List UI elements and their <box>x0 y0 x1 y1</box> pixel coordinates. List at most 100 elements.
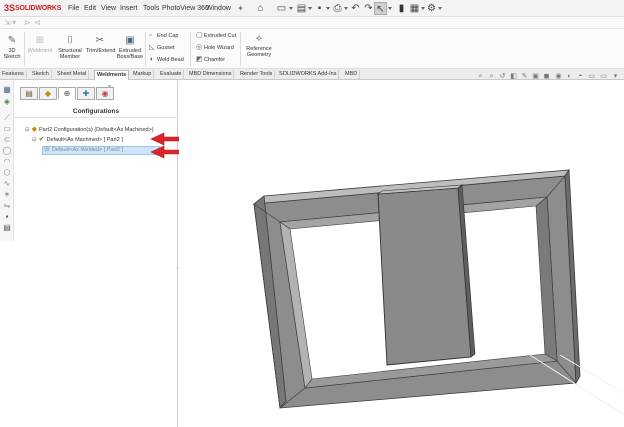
monitor-display-icon[interactable]: ▭ <box>599 72 608 81</box>
rectangle-tool-icon[interactable]: ▭ <box>2 124 12 133</box>
filter-arrow-icon[interactable]: ⇲ <box>4 18 11 28</box>
menu-edit[interactable]: Edit <box>84 4 96 13</box>
edit-appearance-icon[interactable]: ◐ <box>565 72 574 81</box>
tab-evaluate[interactable]: Evaluate <box>158 70 185 80</box>
filter-faces-icon[interactable]: ⊲ <box>34 18 41 28</box>
menu-tools[interactable]: Tools <box>143 4 159 13</box>
tab-render-tools[interactable]: Render Tools <box>238 70 276 80</box>
tab-mbd[interactable]: MBD <box>343 70 361 80</box>
smart-dimension-icon[interactable]: ◈ <box>2 97 12 106</box>
button-label: Weldment <box>27 48 53 54</box>
undo-icon[interactable]: ↶ <box>349 2 362 15</box>
divider <box>190 32 191 66</box>
chamfer-icon: ◩ <box>196 56 203 63</box>
section-view-icon[interactable]: ◧ <box>509 72 518 81</box>
extruded-boss-base-button[interactable]: ▣ Extruded Boss/Base <box>116 35 144 60</box>
options-gear-icon[interactable]: ⚙ <box>425 2 438 15</box>
gusset-button[interactable]: ◺ Gusset <box>149 44 174 52</box>
chevron-down-icon[interactable] <box>438 7 442 10</box>
tree-item-as-welded[interactable]: ⊞ Default<As Welded> [ Part2 ] <box>44 146 123 154</box>
tab-solidworks-add-ins[interactable]: SOLIDWORKS Add-Ins <box>277 70 340 80</box>
dynamic-annotation-icon[interactable]: ✎ <box>520 72 529 81</box>
chamfer-button[interactable]: ◩Chamfer <box>196 56 225 64</box>
tab-markup[interactable]: Markup <box>131 70 155 80</box>
3d-sketch-button[interactable]: ✎ 3D Sketch <box>2 35 22 60</box>
end-cap-icon: ▫ <box>149 32 152 39</box>
chevron-down-icon[interactable] <box>388 7 392 10</box>
zoom-to-fit-icon[interactable]: ⌕ <box>476 72 485 81</box>
display-manager-tab-icon[interactable]: ◉ <box>96 87 114 100</box>
point-tool-icon[interactable]: ✶ <box>2 190 12 199</box>
chevron-down-icon[interactable]: ▾ <box>12 18 16 28</box>
polygon-tool-icon[interactable]: ⬡ <box>2 168 12 177</box>
save-view-icon[interactable]: ▪ <box>2 212 12 221</box>
menu-photoview-360[interactable]: PhotoView 360 <box>162 4 209 13</box>
dimxpert-tab-icon[interactable]: ✚ <box>77 87 95 100</box>
home-icon[interactable]: ⌂ <box>254 2 267 15</box>
structural-member-button[interactable]: ⌷ Structural Member <box>56 35 84 60</box>
slot-tool-icon[interactable]: ⊂ <box>2 135 12 144</box>
tree-root-configurations[interactable]: ⊟ ◆ Part2 Configuration(s) (Default<As Mac… <box>25 126 154 134</box>
divider <box>240 32 241 66</box>
zoom-to-area-icon[interactable]: ⌕ <box>487 72 496 81</box>
rebuild-traffic-light-icon[interactable]: ▮ <box>395 2 408 15</box>
pin-icon[interactable]: ✦ <box>234 2 247 15</box>
apply-scene-icon[interactable]: ◓ <box>576 72 585 81</box>
chevron-down-icon[interactable]: ▾ <box>611 72 620 81</box>
trim-extend-button[interactable]: ✂ Trim/Extend <box>86 35 115 54</box>
file-properties-icon[interactable]: ▦ <box>408 2 421 15</box>
view-orientation-icon[interactable]: ▣ <box>531 72 540 81</box>
menu-file[interactable]: File <box>68 4 79 13</box>
tab-features[interactable]: Features <box>0 70 27 80</box>
extruded-cut-button[interactable]: ▢Extruded Cut <box>196 32 236 40</box>
save-icon[interactable]: ▪ <box>313 2 326 15</box>
tree-item-as-machined[interactable]: ⊟ ✔ Default<As Machined> [ Part2 ] <box>32 136 123 144</box>
previous-view-icon[interactable]: ↺ <box>498 72 507 81</box>
configurationmanager-tab-icon[interactable]: ⊕ <box>58 87 76 100</box>
tab-weldments[interactable]: Weldments <box>94 70 130 80</box>
hide-show-items-icon[interactable]: ◉ <box>554 72 563 81</box>
open-folder-icon[interactable]: ▤ <box>295 2 308 15</box>
sketch-grid-icon[interactable]: ▦ <box>2 85 12 94</box>
print-icon[interactable]: ⎙ <box>331 2 344 15</box>
propertymanager-tab-icon[interactable]: ◆ <box>39 87 57 100</box>
derived-config-icon: ⊞ <box>44 146 50 153</box>
chevron-down-icon[interactable] <box>308 7 312 10</box>
configuration-icon: ◆ <box>31 126 37 133</box>
collapse-tree-icon[interactable]: ⊟ <box>32 137 37 143</box>
chevron-down-icon[interactable] <box>326 7 330 10</box>
left-tool-strip: ▦ ◈ ⟋ ▭ ⊂ ◯ ◠ ⬡ ∿ ✶ ⇋ ▪ ▤ <box>0 81 14 241</box>
hole-wizard-button[interactable]: ◎ Hole Wizard <box>196 44 234 52</box>
weldment-button[interactable]: ⊞ Weldment <box>26 35 54 54</box>
tab-mbd-dimensions[interactable]: MBD Dimensions <box>187 70 235 80</box>
select-pointer-icon[interactable]: ↖ <box>374 2 387 15</box>
line-tool-icon[interactable]: ⟋ <box>2 113 12 122</box>
spline-tool-icon[interactable]: ∿ <box>2 179 12 188</box>
reference-geometry-button[interactable]: ⟡ Reference Geometry <box>243 33 275 58</box>
document-icon[interactable]: ▤ <box>2 223 12 232</box>
button-label: Hole Wizard <box>204 45 234 51</box>
tree-item-label: Default<As Machined> [ Part2 ] <box>46 137 123 143</box>
new-document-icon[interactable]: ▭ <box>275 2 288 15</box>
collapse-tree-icon[interactable]: ⊟ <box>25 127 30 133</box>
3d-sketch-icon: ✎ <box>7 35 17 46</box>
mirror-tool-icon[interactable]: ⇋ <box>2 201 12 210</box>
end-cap-button[interactable]: ▫ End Cap <box>149 32 178 40</box>
filter-edges-icon[interactable]: ⊳ <box>24 18 31 28</box>
chevron-down-icon[interactable] <box>289 7 293 10</box>
arc-tool-icon[interactable]: ◠ <box>2 157 12 166</box>
menu-view[interactable]: View <box>101 4 116 13</box>
active-checkmark-icon: ✔ <box>38 136 45 143</box>
structural-member-icon: ⌷ <box>67 35 73 46</box>
menu-insert[interactable]: Insert <box>120 4 138 13</box>
display-style-icon[interactable]: ◼ <box>542 72 551 81</box>
weld-bead-button[interactable]: ◖ Weld Bead <box>149 56 184 64</box>
view-settings-icon[interactable]: ▭ <box>587 72 596 81</box>
command-manager: ✎ 3D Sketch ⊞ Weldment ⌷ Structural Memb… <box>0 29 624 69</box>
tab-sketch[interactable]: Sketch <box>30 70 52 80</box>
circle-tool-icon[interactable]: ◯ <box>2 146 12 155</box>
menu-window[interactable]: Window <box>206 4 231 13</box>
chevron-down-icon[interactable] <box>344 7 348 10</box>
tab-sheet-metal[interactable]: Sheet Metal <box>55 70 90 80</box>
featuremanager-tab-icon[interactable]: ▤ <box>20 87 38 100</box>
